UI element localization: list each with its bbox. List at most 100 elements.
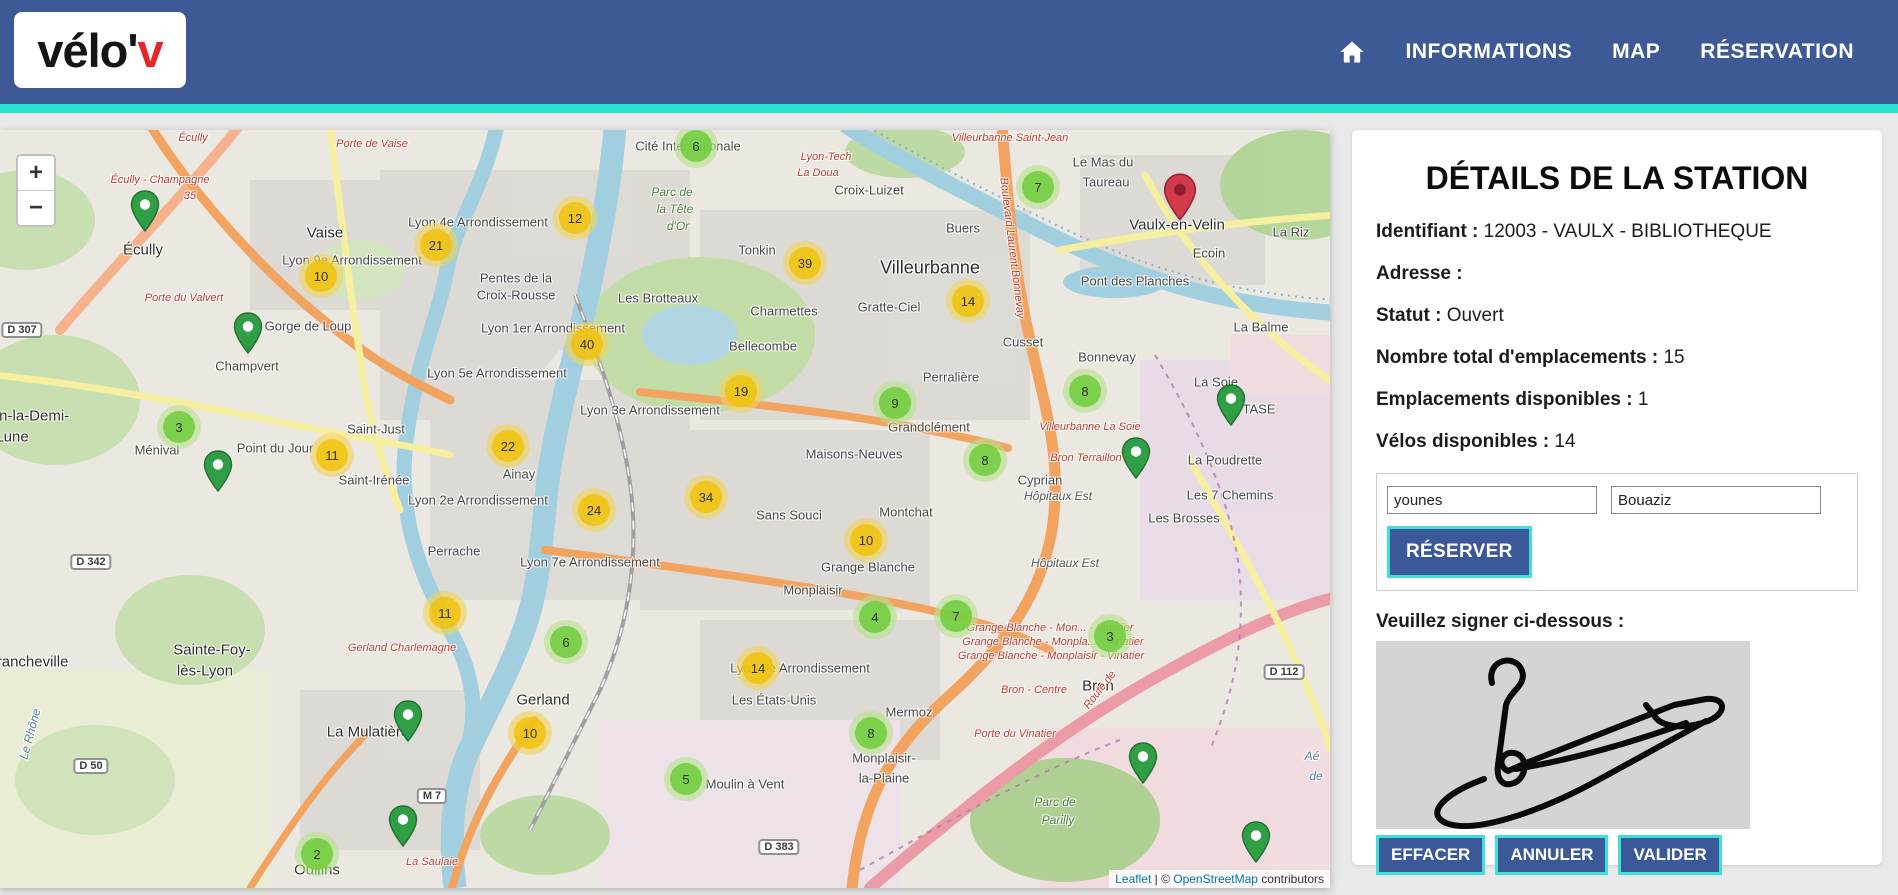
leaflet-map[interactable]: VilleurbanneVaulx-en-VelinBronOullinsÉcu… [0, 130, 1330, 888]
nav-link-reservation[interactable]: RÉSERVATION [1700, 40, 1854, 64]
station-marker[interactable] [388, 805, 418, 847]
nav-link-informations[interactable]: INFORMATIONS [1406, 40, 1573, 64]
detail-value: Ouvert [1441, 305, 1504, 326]
selected-station-marker[interactable] [1163, 173, 1197, 221]
leaflet-link[interactable]: Leaflet [1115, 872, 1151, 886]
marker-cluster-count: 8 [969, 444, 1001, 476]
valider-button[interactable]: VALIDER [1618, 835, 1722, 875]
logo-text: vélo'v [37, 23, 163, 77]
marker-cluster[interactable]: 4 [853, 595, 897, 639]
detail-value: 14 [1549, 431, 1576, 452]
attribution-suffix: contributors [1257, 872, 1324, 886]
station-marker[interactable] [1216, 384, 1246, 426]
station-marker[interactable] [1121, 437, 1151, 479]
attribution-separator: | © [1151, 872, 1174, 886]
reserver-button[interactable]: RÉSERVER [1387, 526, 1532, 578]
annuler-button[interactable]: ANNULER [1495, 835, 1609, 875]
marker-cluster-count: 24 [578, 494, 610, 526]
detail-value: 15 [1658, 347, 1685, 368]
station-detail-row: Emplacements disponibles : 1 [1376, 389, 1858, 411]
detail-label: Identifiant : [1376, 221, 1479, 242]
signature-canvas[interactable] [1376, 641, 1750, 829]
detail-label: Emplacements disponibles : [1376, 389, 1633, 410]
marker-cluster[interactable]: 11 [310, 433, 354, 477]
marker-cluster[interactable]: 7 [1016, 165, 1060, 209]
signature-stroke [1434, 657, 1725, 829]
lastname-input[interactable] [1611, 486, 1821, 514]
marker-cluster[interactable]: 40 [565, 322, 609, 366]
marker-cluster[interactable]: 7 [934, 594, 978, 638]
station-detail-row: Adresse : [1376, 263, 1858, 285]
marker-cluster[interactable]: 10 [299, 254, 343, 298]
zoom-out-button[interactable]: − [18, 191, 54, 225]
marker-cluster-count: 19 [725, 375, 757, 407]
marker-cluster-count: 9 [879, 387, 911, 419]
detail-label: Vélos disponibles : [1376, 431, 1550, 452]
marker-cluster[interactable]: 10 [844, 518, 888, 562]
marker-cluster[interactable]: 10 [508, 711, 552, 755]
station-marker[interactable] [1128, 742, 1158, 784]
velov-logo[interactable]: vélo'v [14, 12, 186, 88]
station-marker[interactable] [393, 700, 423, 742]
marker-cluster-count: 22 [492, 430, 524, 462]
nav-link-map[interactable]: MAP [1612, 40, 1660, 64]
marker-cluster[interactable]: 22 [486, 424, 530, 468]
marker-cluster[interactable]: 8 [849, 711, 893, 755]
station-detail-row: Vélos disponibles : 14 [1376, 431, 1858, 453]
station-marker[interactable] [203, 450, 233, 492]
zoom-control: + − [16, 154, 56, 227]
marker-cluster[interactable]: 21 [414, 223, 458, 267]
marker-cluster-count: 6 [680, 130, 712, 162]
detail-value: 12003 - VAULX - BIBLIOTHEQUE [1478, 221, 1772, 242]
reservation-form: RÉSERVER [1376, 473, 1858, 591]
marker-cluster-count: 39 [789, 247, 821, 279]
zoom-in-button[interactable]: + [18, 156, 54, 191]
road-shield: D 383 [758, 839, 800, 855]
station-marker[interactable] [1241, 821, 1271, 863]
marker-cluster[interactable]: 39 [783, 241, 827, 285]
station-detail-row: Statut : Ouvert [1376, 305, 1858, 327]
station-marker[interactable] [130, 190, 160, 232]
marker-cluster[interactable]: 8 [963, 438, 1007, 482]
marker-cluster[interactable]: 11 [423, 591, 467, 635]
marker-cluster[interactable]: 14 [736, 646, 780, 690]
openstreetmap-link[interactable]: OpenStreetMap [1173, 872, 1258, 886]
marker-cluster[interactable]: 12 [553, 196, 597, 240]
navbar: vélo'v INFORMATIONS MAP RÉSERVATION [0, 0, 1898, 104]
marker-cluster-count: 8 [855, 717, 887, 749]
road-shield: M 7 [416, 788, 448, 804]
marker-cluster-count: 7 [1022, 171, 1054, 203]
marker-cluster[interactable]: 9 [873, 381, 917, 425]
marker-cluster[interactable]: 14 [946, 279, 990, 323]
station-details-panel: DÉTAILS DE LA STATION Identifiant : 1200… [1352, 130, 1882, 875]
marker-cluster-count: 4 [859, 601, 891, 633]
signature-prompt: Veuillez signer ci-dessous : [1376, 611, 1625, 632]
marker-cluster-count: 10 [850, 524, 882, 556]
marker-cluster-count: 11 [316, 439, 348, 471]
effacer-button[interactable]: EFFACER [1376, 835, 1486, 875]
marker-cluster-count: 6 [550, 626, 582, 658]
marker-cluster[interactable]: 5 [664, 757, 708, 801]
accent-divider [0, 104, 1898, 113]
station-marker[interactable] [233, 312, 263, 354]
road-shield: D 112 [1263, 664, 1305, 680]
marker-cluster-count: 14 [742, 652, 774, 684]
marker-cluster[interactable]: 3 [157, 405, 201, 449]
road-shield: D 342 [70, 554, 112, 570]
firstname-input[interactable] [1387, 486, 1597, 514]
detail-label: Statut : [1376, 305, 1442, 326]
marker-cluster[interactable]: 6 [544, 620, 588, 664]
marker-cluster-count: 10 [514, 717, 546, 749]
marker-cluster[interactable]: 8 [1063, 369, 1107, 413]
marker-cluster-count: 11 [429, 597, 461, 629]
detail-value: 1 [1632, 389, 1649, 410]
marker-cluster[interactable]: 2 [295, 832, 339, 876]
station-detail-row: Identifiant : 12003 - VAULX - BIBLIOTHEQ… [1376, 221, 1858, 243]
marker-cluster[interactable]: 3 [1088, 614, 1132, 658]
marker-cluster[interactable]: 34 [684, 475, 728, 519]
marker-cluster-count: 12 [559, 202, 591, 234]
marker-cluster-count: 10 [305, 260, 337, 292]
home-icon[interactable] [1338, 38, 1366, 66]
marker-cluster[interactable]: 19 [719, 369, 763, 413]
marker-cluster[interactable]: 24 [572, 488, 616, 532]
